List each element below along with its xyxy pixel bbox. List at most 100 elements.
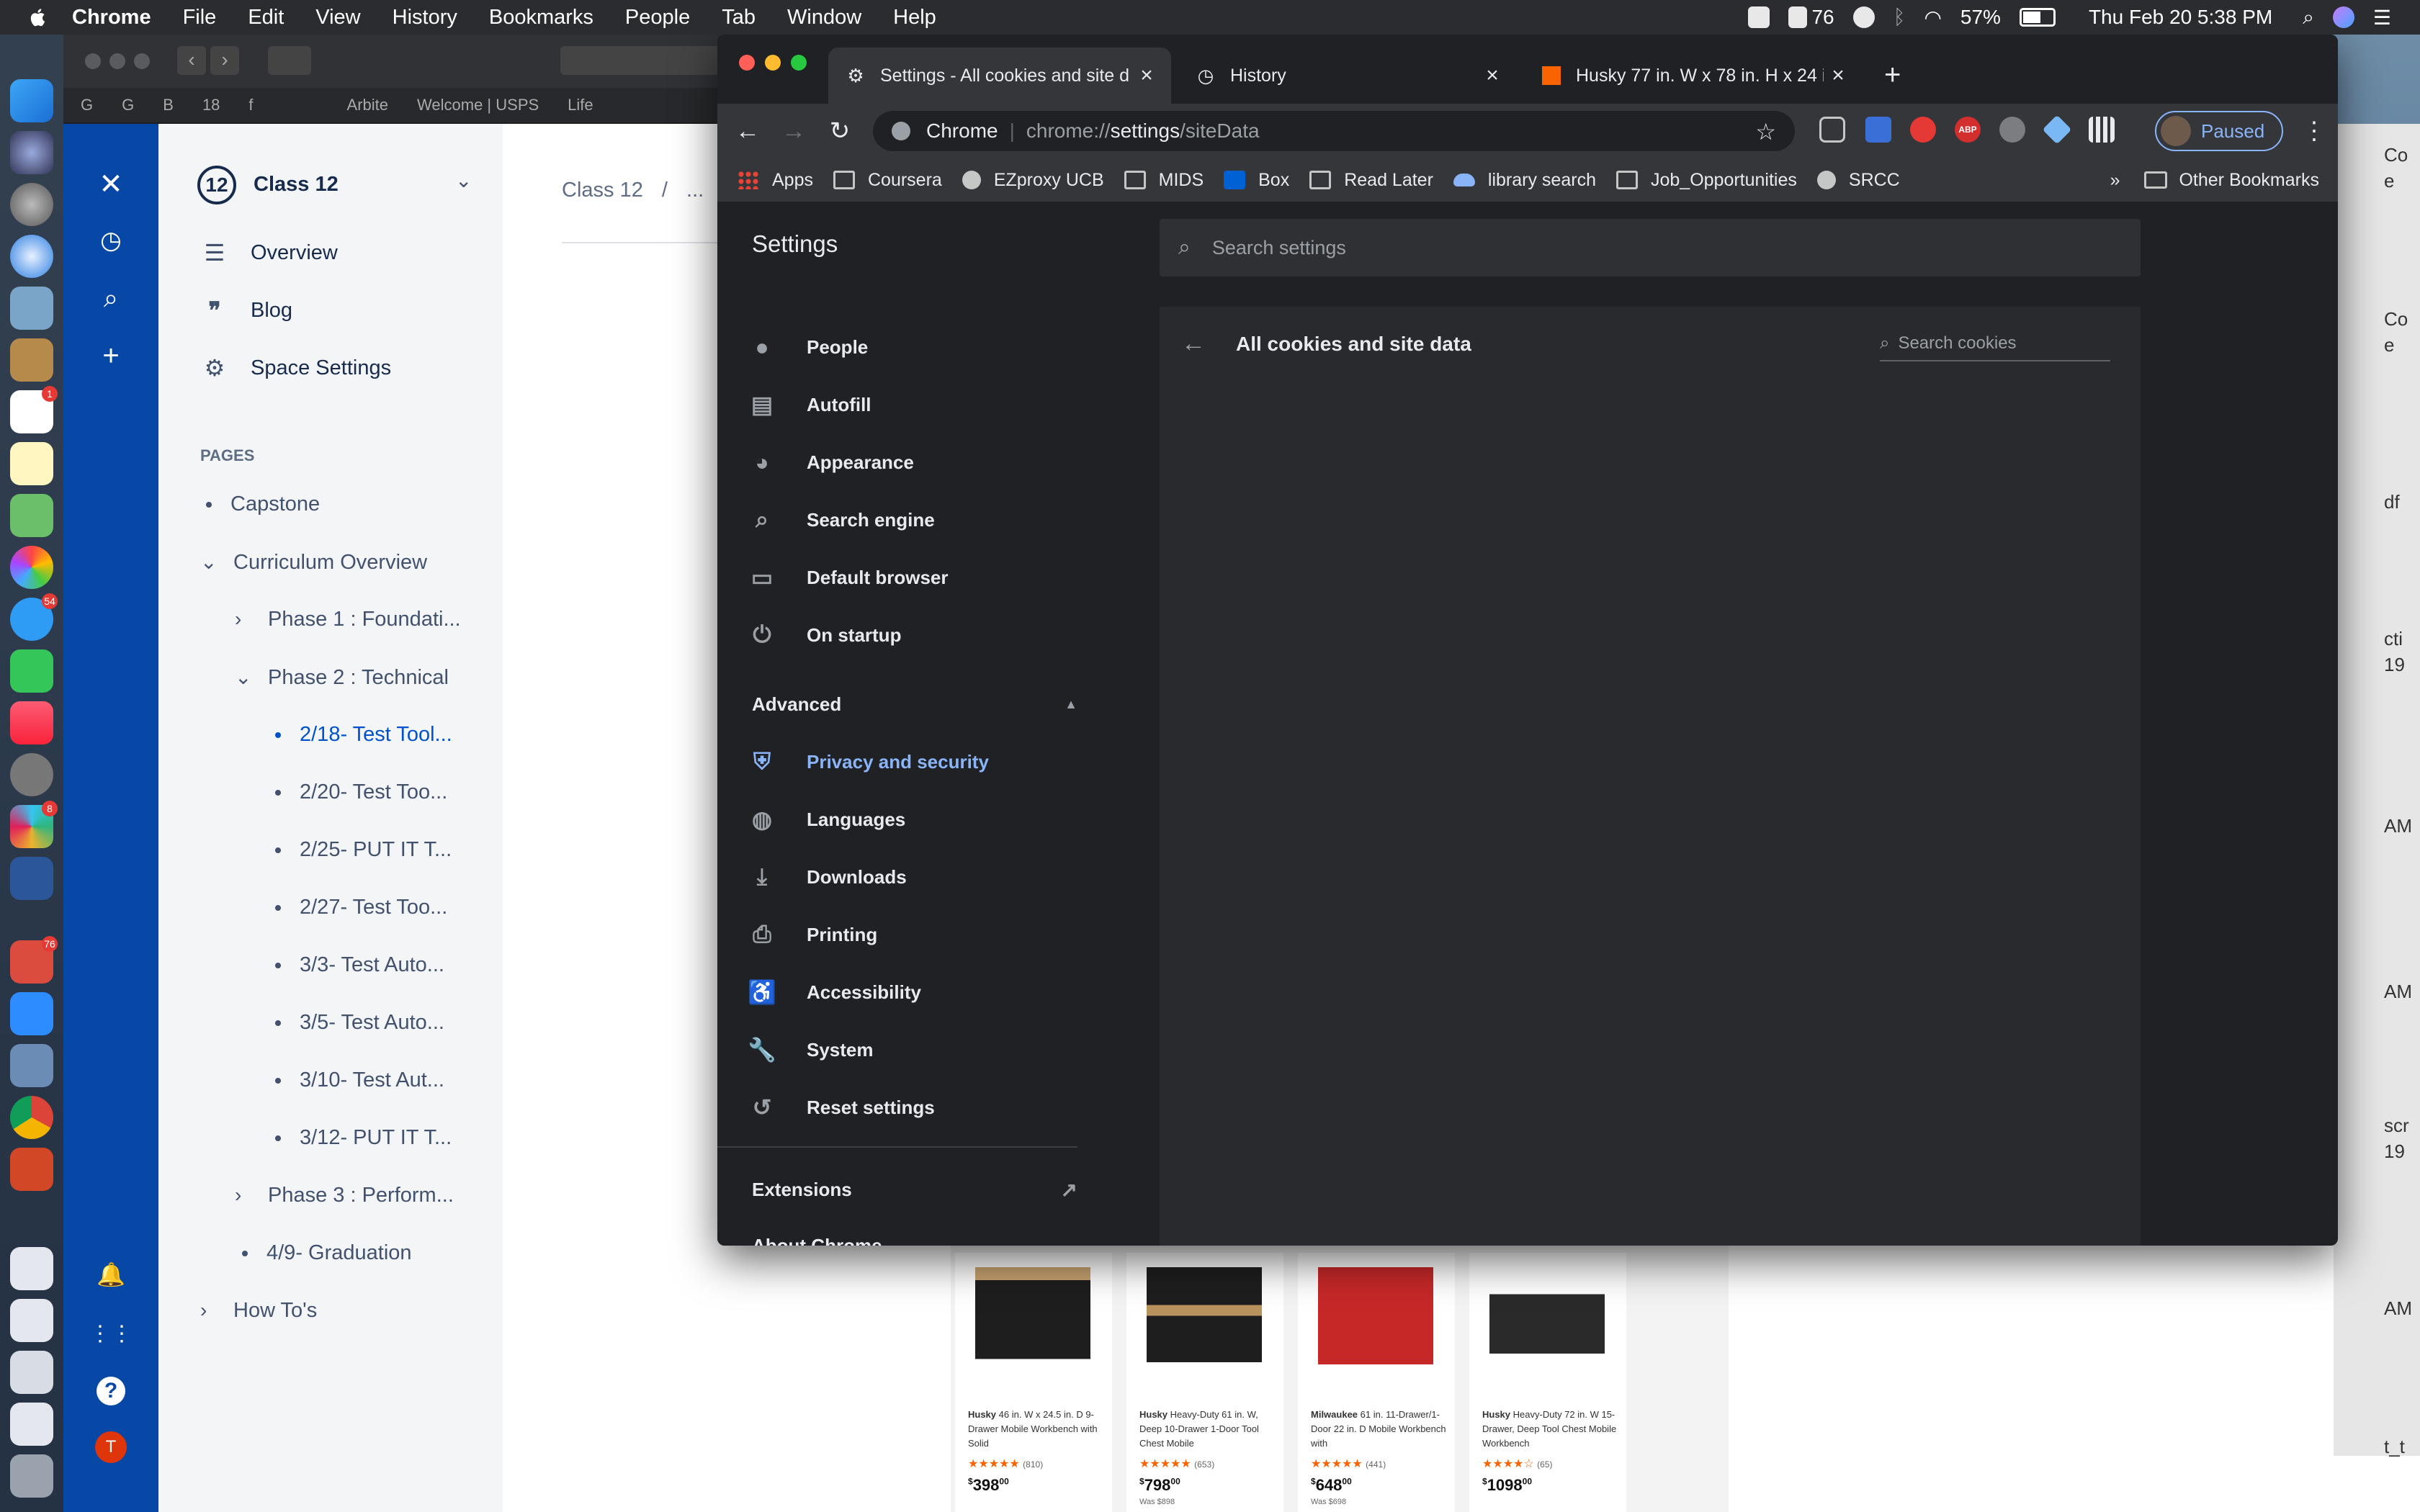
tab-close-icon[interactable]: ×	[1132, 63, 1161, 88]
nav-space-settings[interactable]: ⚙ Space Settings	[200, 354, 391, 382]
chevron-down-icon[interactable]: ⌄	[200, 550, 222, 574]
chevron-right-icon[interactable]: ›	[200, 1299, 222, 1322]
settings-nav-reset[interactable]: ↺ Reset settings	[717, 1079, 1160, 1136]
menu-view[interactable]: View	[315, 6, 360, 30]
settings-advanced-toggle[interactable]: Advanced ▲	[717, 675, 1077, 733]
battery-icon[interactable]	[2019, 8, 2056, 27]
chevron-down-icon[interactable]: ⌄	[235, 665, 256, 689]
profile-paused-button[interactable]: Paused	[2155, 111, 2283, 151]
window-minimize-button[interactable]	[765, 55, 781, 71]
bookmark-srcc[interactable]: SRCC	[1816, 170, 1900, 191]
reminders-status[interactable]: 76	[1788, 6, 1834, 29]
bg-forward-icon[interactable]: ›	[210, 46, 239, 75]
settings-nav-downloads[interactable]: ⤓ Downloads	[717, 848, 1160, 906]
page-tree-item[interactable]: 2/20- Test Too...	[275, 780, 447, 804]
bg-close-button[interactable]	[85, 53, 101, 69]
page-tree-item[interactable]: › Phase 3 : Perform...	[235, 1184, 454, 1207]
menu-history[interactable]: History	[393, 6, 457, 30]
menu-edit[interactable]: Edit	[248, 6, 284, 30]
menu-app-name[interactable]: Chrome	[72, 6, 151, 30]
menu-file[interactable]: File	[183, 6, 217, 30]
menubar-clock[interactable]: Thu Feb 20 5:38 PM	[2089, 6, 2272, 29]
menu-bookmarks[interactable]: Bookmarks	[489, 6, 593, 30]
bg-zoom-button[interactable]	[134, 53, 150, 69]
apple-logo-icon[interactable]	[29, 7, 46, 27]
calendar-icon[interactable]: 1	[10, 386, 58, 433]
bookmark-apps[interactable]: Apps	[738, 170, 813, 191]
slack-icon[interactable]: 8	[10, 801, 58, 848]
safari-icon[interactable]	[10, 235, 53, 278]
bookmark-coursera[interactable]: Coursera	[833, 170, 942, 191]
bg-bookmark[interactable]: Life	[568, 96, 593, 114]
window-close-button[interactable]	[739, 55, 755, 71]
settings-nav-appearance[interactable]: ◕ Appearance	[717, 433, 1160, 491]
image-capture-icon[interactable]	[10, 1044, 53, 1087]
wifi-icon[interactable]: ◠	[1924, 6, 1941, 30]
search-cookies-input[interactable]: ⌕ Search cookies	[1880, 327, 2110, 361]
chrome-dock-icon[interactable]	[10, 1096, 53, 1139]
maps-icon[interactable]	[10, 494, 53, 537]
siri-dock-icon[interactable]	[10, 131, 53, 174]
settings-nav-system[interactable]: 🔧 System	[717, 1021, 1160, 1079]
menu-tab[interactable]: Tab	[722, 6, 756, 30]
notification-center-icon[interactable]: ☰	[2373, 6, 2391, 30]
page-tree-item[interactable]: 3/10- Test Aut...	[275, 1068, 444, 1092]
pocket-extension-icon[interactable]	[1819, 117, 1845, 143]
bg-bookmark[interactable]: B	[163, 96, 174, 114]
zotero-extension-icon[interactable]	[1865, 117, 1891, 143]
powerpoint-icon[interactable]	[10, 1148, 53, 1191]
user-avatar[interactable]: T	[92, 1428, 130, 1466]
settings-nav-languages[interactable]: ◍ Languages	[717, 791, 1160, 848]
space-name[interactable]: Class 12	[254, 173, 339, 197]
bookmarks-overflow-chevron-icon[interactable]: »	[2110, 170, 2120, 191]
page-tree-item[interactable]: 3/3- Test Auto...	[275, 953, 444, 977]
system-preferences-icon[interactable]	[10, 753, 53, 796]
page-tree-item[interactable]: Capstone	[206, 492, 320, 516]
product-card[interactable]: Husky Heavy-Duty 72 in. W 15-Drawer, Dee…	[1469, 1253, 1626, 1512]
page-tree-item[interactable]: › How To's	[200, 1299, 317, 1323]
app-switcher-icon[interactable]: ⋮⋮	[89, 1315, 133, 1352]
todoist-icon[interactable]: 76	[10, 936, 58, 984]
tab-close-icon[interactable]: ×	[1478, 63, 1507, 88]
bookmark-job-opportunities[interactable]: Job_Opportunities	[1615, 170, 1797, 191]
search-icon[interactable]: ⌕	[92, 279, 130, 317]
settings-nav-accessibility[interactable]: ♿ Accessibility	[717, 963, 1160, 1021]
confluence-logo-icon[interactable]: ✕	[92, 166, 130, 203]
menu-window[interactable]: Window	[787, 6, 861, 30]
space-switcher-chevron-icon[interactable]: ⌄	[455, 168, 472, 192]
tab-history[interactable]: ◷ History ×	[1178, 48, 1517, 104]
bg-back-icon[interactable]: ‹	[177, 46, 206, 75]
notes-icon[interactable]	[10, 442, 53, 485]
bg-bookmark[interactable]: Arbite	[347, 96, 388, 114]
bg-sidebar-toggle-icon[interactable]	[268, 46, 311, 75]
page-tree-item[interactable]: 3/12- PUT IT T...	[275, 1126, 452, 1150]
settings-nav-people[interactable]: ● People	[717, 318, 1160, 376]
desktop-file-label[interactable]: ransfer_...dec_2019	[2243, 1459, 2409, 1481]
launchpad-icon[interactable]	[10, 183, 53, 226]
page-tree-item[interactable]: ⌄ Phase 2 : Technical	[235, 665, 449, 690]
settings-nav-privacy-security[interactable]: ⛨ Privacy and security	[717, 733, 1160, 791]
lightbulb-extension-icon[interactable]	[1999, 117, 2025, 143]
product-card[interactable]: Milwaukee 61 in. 11-Drawer/1-Door 22 in.…	[1298, 1253, 1455, 1512]
zoom-icon[interactable]	[10, 992, 53, 1035]
product-card[interactable]: Husky 46 in. W x 24.5 in. D 9-Drawer Mob…	[955, 1253, 1112, 1512]
qr-code-extension-icon[interactable]	[2089, 117, 2115, 143]
bg-minimize-button[interactable]	[109, 53, 125, 69]
downloads-stack-2-icon[interactable]	[10, 1403, 53, 1446]
page-tree-item[interactable]: 4/9- Graduation	[242, 1241, 412, 1265]
page-tree-item[interactable]: 3/5- Test Auto...	[275, 1011, 444, 1035]
page-tree-item[interactable]: 2/25- PUT IT T...	[275, 838, 452, 862]
bookmark-read-later[interactable]: Read Later	[1309, 170, 1433, 191]
chevron-right-icon[interactable]: ›	[235, 608, 256, 631]
photos-icon[interactable]	[10, 546, 53, 589]
settings-nav-extensions[interactable]: Extensions ↗	[717, 1161, 1077, 1218]
recent-history-icon[interactable]: ◷	[92, 222, 130, 259]
word-icon[interactable]	[10, 857, 53, 900]
siri-icon[interactable]	[2332, 6, 2354, 28]
bg-bookmark[interactable]: f	[248, 96, 253, 114]
settings-nav-search-engine[interactable]: ⌕ Search engine	[717, 491, 1160, 549]
help-icon[interactable]: ?	[92, 1372, 130, 1410]
page-tree-item[interactable]: ⌄ Curriculum Overview	[200, 550, 427, 575]
tab-close-icon[interactable]: ×	[1824, 63, 1852, 88]
half-circle-status-icon[interactable]	[1852, 6, 1875, 28]
